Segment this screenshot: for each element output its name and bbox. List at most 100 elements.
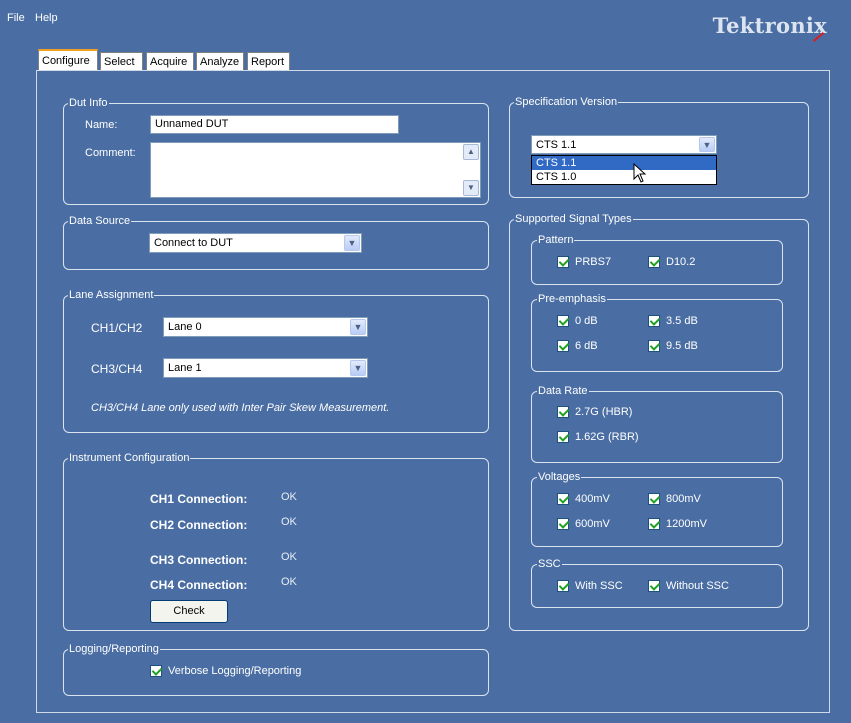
comment-textarea[interactable]: ▲ ▼ bbox=[150, 142, 481, 198]
name-label: Name: bbox=[85, 119, 118, 131]
600mv-label: 600mV bbox=[575, 518, 610, 530]
spec-option-cts-1-1[interactable]: CTS 1.1 bbox=[532, 156, 716, 170]
0db-label: 0 dB bbox=[575, 315, 598, 327]
instrument-config-title: Instrument Configuration bbox=[68, 452, 191, 464]
9-5db-label: 9.5 dB bbox=[666, 340, 698, 352]
ch34-label: CH3/CH4 bbox=[91, 362, 143, 376]
data-rate-option-rbr[interactable]: 1.62G (RBR) bbox=[557, 431, 639, 443]
signal-types-title: Supported Signal Types bbox=[514, 213, 633, 225]
tektronix-logo: Tektronix bbox=[712, 13, 827, 38]
d10-2-label: D10.2 bbox=[666, 256, 696, 268]
ssc-option-without[interactable]: Without SSC bbox=[648, 580, 729, 592]
rbr-checkbox[interactable] bbox=[557, 431, 569, 443]
6db-label: 6 dB bbox=[575, 340, 598, 352]
voltages-group bbox=[531, 477, 783, 547]
data-source-select[interactable]: Connect to DUT ▼ bbox=[149, 233, 362, 253]
dut-info-title: Dut Info bbox=[68, 97, 109, 109]
chevron-down-icon[interactable]: ▼ bbox=[350, 319, 366, 335]
rbr-label: 1.62G (RBR) bbox=[575, 431, 639, 443]
pattern-title: Pattern bbox=[537, 234, 575, 246]
hbr-label: 2.7G (HBR) bbox=[575, 406, 633, 418]
without-ssc-checkbox[interactable] bbox=[648, 580, 660, 592]
voltage-option-600mv[interactable]: 600mV bbox=[557, 518, 610, 530]
ssc-option-with[interactable]: With SSC bbox=[557, 580, 623, 592]
lane-note: CH3/CH4 Lane only used with Inter Pair S… bbox=[91, 402, 390, 414]
menu-file[interactable]: File bbox=[7, 12, 25, 24]
data-source-title: Data Source bbox=[68, 215, 132, 227]
mouse-cursor-icon bbox=[633, 163, 647, 183]
3-5db-checkbox[interactable] bbox=[648, 315, 660, 327]
check-button[interactable]: Check bbox=[150, 600, 228, 623]
data-rate-option-hbr[interactable]: 2.7G (HBR) bbox=[557, 406, 632, 418]
pre-emphasis-option-6db[interactable]: 6 dB bbox=[557, 340, 598, 352]
ch1-connection-status: OK bbox=[281, 491, 297, 503]
d10-2-checkbox[interactable] bbox=[648, 256, 660, 268]
with-ssc-checkbox[interactable] bbox=[557, 580, 569, 592]
prbs7-checkbox[interactable] bbox=[557, 256, 569, 268]
lane-assignment-title: Lane Assignment bbox=[68, 289, 155, 301]
1200mv-checkbox[interactable] bbox=[648, 518, 660, 530]
verbose-logging-label: Verbose Logging/Reporting bbox=[168, 665, 302, 677]
ch34-lane-select[interactable]: Lane 1 ▼ bbox=[163, 358, 368, 378]
pre-emphasis-group bbox=[531, 299, 783, 372]
tab-acquire[interactable]: Acquire bbox=[146, 52, 194, 71]
comment-label: Comment: bbox=[85, 147, 136, 159]
600mv-checkbox[interactable] bbox=[557, 518, 569, 530]
ch2-connection-label: CH2 Connection: bbox=[150, 518, 248, 532]
scroll-down-icon[interactable]: ▼ bbox=[463, 180, 479, 196]
chevron-down-icon[interactable]: ▼ bbox=[699, 137, 715, 152]
scroll-up-icon[interactable]: ▲ bbox=[463, 144, 479, 160]
verbose-logging-option[interactable]: Verbose Logging/Reporting bbox=[150, 665, 301, 677]
ch3-connection-label: CH3 Connection: bbox=[150, 553, 248, 567]
voltage-option-400mv[interactable]: 400mV bbox=[557, 493, 610, 505]
ch12-lane-value: Lane 0 bbox=[168, 321, 202, 333]
tab-select[interactable]: Select bbox=[100, 52, 143, 71]
ch1-connection-label: CH1 Connection: bbox=[150, 492, 248, 506]
pre-emphasis-option-3-5db[interactable]: 3.5 dB bbox=[648, 315, 698, 327]
spec-version-value: CTS 1.1 bbox=[536, 139, 577, 151]
logging-title: Logging/Reporting bbox=[68, 643, 160, 655]
pattern-option-d10-2[interactable]: D10.2 bbox=[648, 256, 695, 268]
400mv-label: 400mV bbox=[575, 493, 610, 505]
pattern-option-prbs7[interactable]: PRBS7 bbox=[557, 256, 611, 268]
prbs7-label: PRBS7 bbox=[575, 256, 612, 268]
3-5db-label: 3.5 dB bbox=[666, 315, 698, 327]
data-rate-group bbox=[531, 391, 783, 463]
voltages-title: Voltages bbox=[537, 471, 582, 483]
ch4-connection-status: OK bbox=[281, 576, 297, 588]
6db-checkbox[interactable] bbox=[557, 340, 569, 352]
pre-emphasis-title: Pre-emphasis bbox=[537, 293, 607, 305]
voltage-option-1200mv[interactable]: 1200mV bbox=[648, 518, 707, 530]
spec-version-title: Specification Version bbox=[514, 96, 619, 108]
spec-version-select[interactable]: CTS 1.1 ▼ bbox=[531, 135, 717, 154]
1200mv-label: 1200mV bbox=[666, 518, 707, 530]
tab-configure[interactable]: Configure bbox=[38, 49, 98, 71]
0db-checkbox[interactable] bbox=[557, 315, 569, 327]
with-ssc-label: With SSC bbox=[575, 580, 623, 592]
verbose-logging-checkbox[interactable] bbox=[150, 665, 162, 677]
hbr-checkbox[interactable] bbox=[557, 406, 569, 418]
chevron-down-icon[interactable]: ▼ bbox=[350, 360, 366, 376]
instrument-config-group bbox=[63, 458, 489, 631]
ch12-lane-select[interactable]: Lane 0 ▼ bbox=[163, 317, 368, 337]
without-ssc-label: Without SSC bbox=[666, 580, 729, 592]
name-input[interactable]: Unnamed DUT bbox=[150, 115, 399, 134]
ch4-connection-label: CH4 Connection: bbox=[150, 578, 248, 592]
ch34-lane-value: Lane 1 bbox=[168, 362, 202, 374]
9-5db-checkbox[interactable] bbox=[648, 340, 660, 352]
pre-emphasis-option-0db[interactable]: 0 dB bbox=[557, 315, 598, 327]
spec-option-cts-1-0[interactable]: CTS 1.0 bbox=[532, 170, 716, 184]
data-rate-title: Data Rate bbox=[537, 385, 589, 397]
menu-help[interactable]: Help bbox=[35, 12, 58, 24]
800mv-label: 800mV bbox=[666, 493, 701, 505]
data-source-value: Connect to DUT bbox=[154, 237, 233, 249]
tab-report[interactable]: Report bbox=[247, 52, 290, 71]
800mv-checkbox[interactable] bbox=[648, 493, 660, 505]
ch2-connection-status: OK bbox=[281, 516, 297, 528]
tab-analyze[interactable]: Analyze bbox=[196, 52, 244, 71]
pre-emphasis-option-9-5db[interactable]: 9.5 dB bbox=[648, 340, 698, 352]
chevron-down-icon[interactable]: ▼ bbox=[344, 235, 360, 251]
ch12-label: CH1/CH2 bbox=[91, 321, 143, 335]
voltage-option-800mv[interactable]: 800mV bbox=[648, 493, 701, 505]
400mv-checkbox[interactable] bbox=[557, 493, 569, 505]
